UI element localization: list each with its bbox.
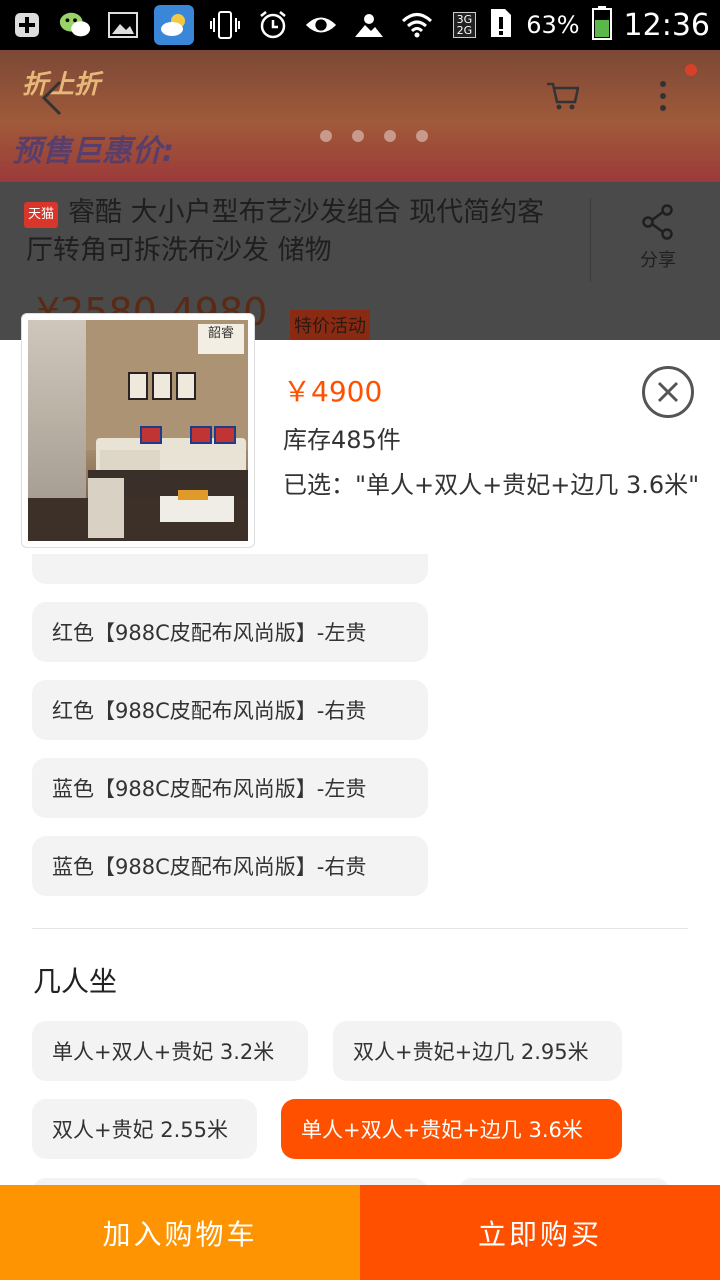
wifi-icon xyxy=(400,8,434,42)
alarm-icon xyxy=(256,8,290,42)
eye-icon xyxy=(304,8,338,42)
carousel-indicator xyxy=(320,130,428,142)
seat-option[interactable]: 双人+贵妃 2.55米 xyxy=(32,1099,257,1159)
back-arrow-icon[interactable] xyxy=(40,80,64,125)
seat-option[interactable]: 双人+贵妃+边几 2.95米 xyxy=(333,1021,622,1081)
sofa-image: 韶睿 xyxy=(28,320,248,541)
buy-now-button[interactable]: 立即购买 xyxy=(360,1185,720,1280)
cart-icon[interactable] xyxy=(545,80,580,116)
share-label: 分享 xyxy=(640,250,676,271)
selected-spec: 已选："单人+双人+贵妃+边几 3.6米" xyxy=(283,471,700,499)
battery-icon xyxy=(591,6,612,44)
gallery-icon xyxy=(106,8,140,42)
color-option[interactable]: 蓝色【988C皮配布风尚版】-左贵 xyxy=(32,758,428,818)
banner-presale-text: 预售巨惠价: xyxy=(12,134,174,169)
status-bar-right: 3G 2G 63% 12:36 xyxy=(452,0,710,50)
color-option[interactable]: 红色【988C皮配布风尚版】-右贵 xyxy=(32,680,428,740)
share-icon xyxy=(642,204,673,240)
promo-tag: 特价活动 xyxy=(290,310,370,340)
seat-option-partial[interactable] xyxy=(32,1178,428,1185)
bottom-action-bar: 加入购物车 立即购买 xyxy=(0,1185,720,1280)
battery-percent: 63% xyxy=(526,11,580,39)
close-button[interactable] xyxy=(642,366,694,418)
add-to-cart-button[interactable]: 加入购物车 xyxy=(0,1185,360,1280)
color-option-partial[interactable] xyxy=(32,554,428,584)
product-banner: 折上折 预售巨惠价: xyxy=(0,50,720,182)
color-option[interactable]: 红色【988C皮配布风尚版】-左贵 xyxy=(32,602,428,662)
section-divider xyxy=(32,928,688,929)
seat-option-partial[interactable] xyxy=(458,1178,670,1185)
brand-logo: 韶睿 xyxy=(198,324,244,354)
close-icon xyxy=(657,381,679,403)
seat-section-title: 几人坐 xyxy=(33,965,118,998)
more-options-icon[interactable] xyxy=(658,80,668,116)
seat-option[interactable]: 单人+双人+贵妃 3.2米 xyxy=(32,1021,308,1081)
status-bar: 3G 2G 63% 12:36 xyxy=(0,0,720,50)
background-product-page: 折上折 预售巨惠价: 天猫 睿酷 大小户型布艺沙发组合 现代简约客厅转角可拆洗布… xyxy=(0,50,720,340)
product-title: 睿酷 大小户型布艺沙发组合 现代简约客厅转角可拆洗布沙发 储物 xyxy=(26,197,545,266)
brightness-icon xyxy=(352,8,386,42)
share-button[interactable]: 分享 xyxy=(628,204,688,272)
notification-dot xyxy=(685,64,697,76)
selected-product-thumbnail: 韶睿 xyxy=(21,313,255,548)
notification-plus-icon xyxy=(10,8,44,42)
status-bar-left-icons xyxy=(10,5,434,45)
seat-option-selected[interactable]: 单人+双人+贵妃+边几 3.6米 xyxy=(281,1099,622,1159)
weather-icon xyxy=(154,5,194,45)
sim-alert-icon xyxy=(488,7,514,43)
wechat-icon xyxy=(58,8,92,42)
color-option[interactable]: 蓝色【988C皮配布风尚版】-右贵 xyxy=(32,836,428,896)
stock-count: 库存485件 xyxy=(283,426,401,454)
selected-price: ￥4900 xyxy=(283,375,383,408)
vibrate-icon xyxy=(208,8,242,42)
clock: 12:36 xyxy=(623,7,710,43)
network-2g-label: 2G xyxy=(456,24,473,37)
network-indicator: 3G 2G xyxy=(452,12,477,38)
share-divider xyxy=(590,198,591,282)
